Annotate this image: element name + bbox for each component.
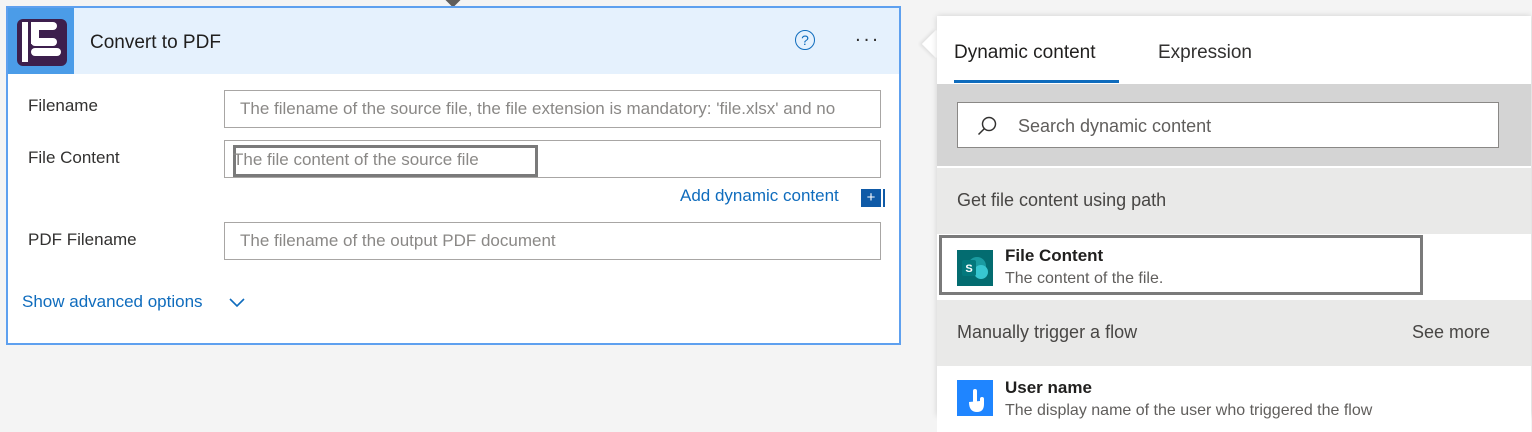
see-more-link[interactable]: See more [1412,322,1490,343]
section-title: Get file content using path [957,190,1167,210]
card-title[interactable]: Convert to PDF [90,32,221,54]
more-options-icon[interactable]: ... [850,25,886,48]
dynamic-content-panel: Dynamic content Expression Search dynami… [937,16,1531,432]
section-get-file-content[interactable]: Get file content using path [937,168,1531,234]
file-content-label: File Content [28,148,120,167]
item-name: File Content [1005,246,1104,265]
file-content-input[interactable]: The file content of the source file [224,140,881,178]
section-manually-trigger[interactable]: Manually trigger a flow See more [937,300,1531,366]
item-description: The content of the file. [1005,270,1164,287]
dynamic-item-file-content[interactable]: S File Content The content of the file. [937,234,1531,300]
chevron-down-icon[interactable] [228,296,246,314]
svg-text:S: S [965,263,972,275]
add-dynamic-plus-icon[interactable]: + [861,189,885,207]
section-title: Manually trigger a flow [957,322,1138,342]
search-icon [976,115,998,142]
search-zone: Search dynamic content [937,84,1531,166]
filename-label: Filename [28,96,98,115]
filename-input[interactable]: The filename of the source file, the fil… [224,90,881,128]
add-dynamic-content-link[interactable]: Add dynamic content [680,186,839,206]
help-icon[interactable]: ? [795,30,815,50]
pdf-filename-label: PDF Filename [28,230,137,249]
touch-icon [957,380,993,416]
sharepoint-icon: S [957,250,993,286]
convert-to-pdf-action-card: Convert to PDF ? ... Filename The filena… [6,6,901,345]
item-name: User name [1005,378,1092,397]
file-content-placeholder: The file content of the source file [233,150,479,169]
show-advanced-options-link[interactable]: Show advanced options [22,292,203,312]
search-placeholder: Search dynamic content [1018,116,1212,136]
pdf-filename-input[interactable]: The filename of the output PDF document [224,222,881,260]
item-description: The display name of the user who trigger… [1005,402,1373,419]
document-app-icon [8,8,74,74]
search-input[interactable]: Search dynamic content [957,102,1499,148]
dynamic-item-user-name[interactable]: User name The display name of the user w… [937,366,1531,432]
active-tab-underline [954,80,1119,83]
card-header[interactable]: Convert to PDF ? ... [8,8,899,74]
tab-dynamic-content[interactable]: Dynamic content [954,42,1096,64]
tab-expression[interactable]: Expression [1158,42,1252,64]
